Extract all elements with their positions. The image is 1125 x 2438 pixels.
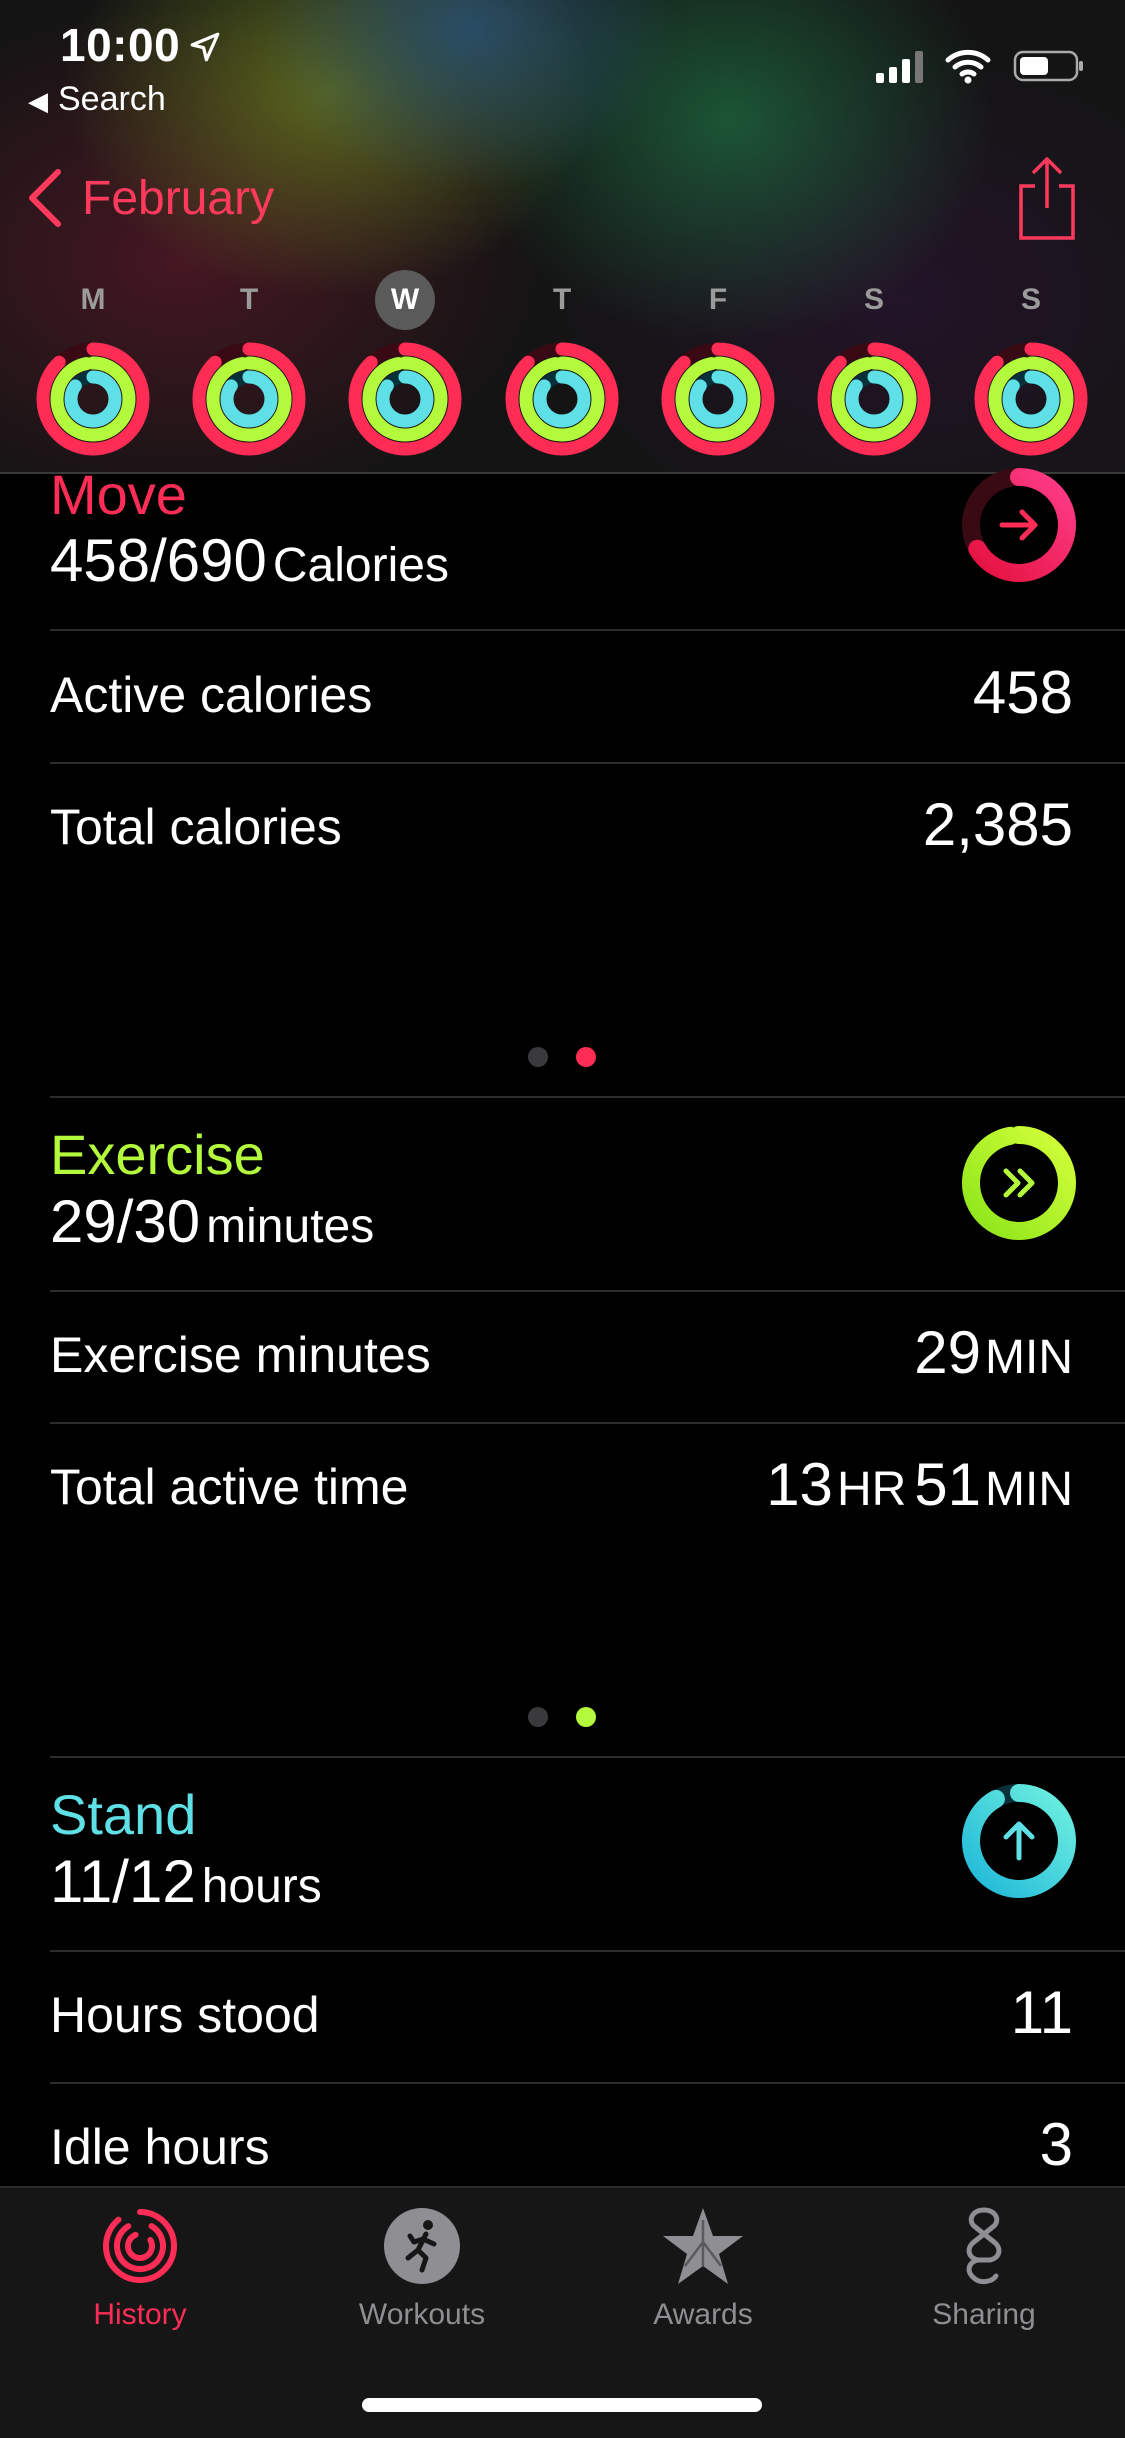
stand-ring-arrow-icon[interactable] (960, 1782, 1078, 1900)
page-dot[interactable] (528, 1047, 548, 1067)
exercise-minutes-unit: MIN (985, 1331, 1073, 1384)
exercise-minutes-label: Exercise minutes (50, 1327, 431, 1383)
history-rings-icon (103, 2209, 177, 2283)
cellular-signal-icon (876, 49, 923, 83)
tab-label: Sharing (932, 2298, 1036, 2331)
day-activity-rings-icon[interactable] (499, 336, 625, 462)
tab-sharing[interactable]: Sharing (884, 2206, 1084, 2332)
home-indicator[interactable] (362, 2398, 762, 2412)
back-to-app-link[interactable]: ◀ Search (28, 80, 166, 119)
day-activity-rings-icon[interactable] (655, 336, 781, 462)
stand-progress: 11/12 hours (50, 1847, 322, 1916)
share-icon[interactable] (1015, 156, 1079, 242)
active-minutes-number: 51 (914, 1451, 982, 1518)
back-triangle-icon: ◀ (28, 86, 48, 116)
exercise-minutes-number: 29 (914, 1319, 982, 1386)
day-activity-rings-icon[interactable] (342, 336, 468, 462)
total-active-time-label: Total active time (50, 1459, 409, 1515)
exercise-progress-value: 29/30 (50, 1188, 201, 1255)
move-title: Move (50, 463, 187, 526)
tab-label: Awards (653, 2298, 753, 2331)
move-progress: 458/690 Calories (50, 526, 449, 595)
active-minutes-unit: MIN (985, 1463, 1073, 1516)
separator (50, 1756, 1125, 1758)
wifi-icon (945, 49, 991, 84)
tab-workouts[interactable]: Workouts (322, 2206, 522, 2332)
move-ring-arrow-icon[interactable] (960, 466, 1078, 584)
separator (50, 2082, 1125, 2084)
weekday-label[interactable]: M (63, 270, 123, 330)
active-hours-number: 13 (766, 1451, 833, 1518)
running-figure-icon (384, 2208, 460, 2284)
tab-label: History (93, 2298, 187, 2331)
location-arrow-icon (190, 32, 220, 62)
weekday-label[interactable]: W (375, 270, 435, 330)
total-calories-value: 2,385 (922, 791, 1073, 858)
status-time: 10:00 (60, 19, 181, 71)
separator (50, 1290, 1125, 1292)
weekday-label[interactable]: T (219, 270, 279, 330)
back-to-month-button[interactable]: February (26, 168, 274, 228)
weekday-label[interactable]: S (1001, 270, 1061, 330)
weekday-labels: MTWTFSS (0, 270, 1125, 330)
idle-hours-label: Idle hours (50, 2119, 270, 2175)
weekday-label[interactable]: S (844, 270, 904, 330)
week-activity-rings (0, 336, 1125, 462)
separator (50, 629, 1125, 631)
battery-icon (1013, 50, 1083, 82)
stand-progress-value: 11/12 (50, 1848, 196, 1915)
tab-awards[interactable]: Awards (603, 2206, 803, 2332)
total-active-time-value: 13HR 51MIN (766, 1450, 1073, 1519)
back-app-label: Search (58, 80, 166, 118)
weekday-label[interactable]: T (532, 270, 592, 330)
chevron-left-icon (29, 169, 61, 227)
stand-progress-unit: hours (201, 1860, 322, 1913)
back-label: February (82, 171, 275, 225)
move-progress-unit: Calories (272, 539, 449, 592)
active-hours-unit: HR (836, 1463, 907, 1516)
tab-history[interactable]: History (40, 2206, 240, 2332)
page-dot-active[interactable] (576, 1047, 596, 1067)
hours-stood-value: 11 (1010, 1979, 1073, 2046)
day-activity-rings-icon[interactable] (968, 336, 1094, 462)
exercise-title: Exercise (50, 1123, 265, 1186)
active-calories-value: 458 (972, 659, 1073, 726)
separator (50, 1950, 1125, 1952)
exercise-minutes-value: 29MIN (914, 1318, 1073, 1387)
page-dot-active[interactable] (576, 1707, 596, 1727)
hours-stood-label: Hours stood (50, 1987, 320, 2043)
separator (50, 762, 1125, 764)
day-activity-rings-icon[interactable] (186, 336, 312, 462)
exercise-progress-unit: minutes (206, 1200, 375, 1253)
weekday-label[interactable]: F (688, 270, 748, 330)
page-dot[interactable] (528, 1707, 548, 1727)
move-progress-value: 458/690 (50, 527, 267, 594)
active-calories-label: Active calories (50, 667, 373, 723)
star-award-icon (663, 2208, 743, 2284)
sharing-icon (966, 2207, 1002, 2285)
exercise-ring-arrow-icon[interactable] (960, 1124, 1078, 1242)
exercise-progress: 29/30 minutes (50, 1187, 374, 1256)
separator (50, 1096, 1125, 1098)
stand-title: Stand (50, 1783, 197, 1846)
day-activity-rings-icon[interactable] (811, 336, 937, 462)
separator (50, 1422, 1125, 1424)
idle-hours-value: 3 (1039, 2111, 1073, 2178)
tab-label: Workouts (358, 2298, 486, 2331)
header: 10:00 ◀ Search February M T W T F S S (0, 0, 1125, 474)
day-activity-rings-icon[interactable] (30, 336, 156, 462)
status-icons (876, 48, 1085, 84)
total-calories-label: Total calories (50, 799, 342, 855)
